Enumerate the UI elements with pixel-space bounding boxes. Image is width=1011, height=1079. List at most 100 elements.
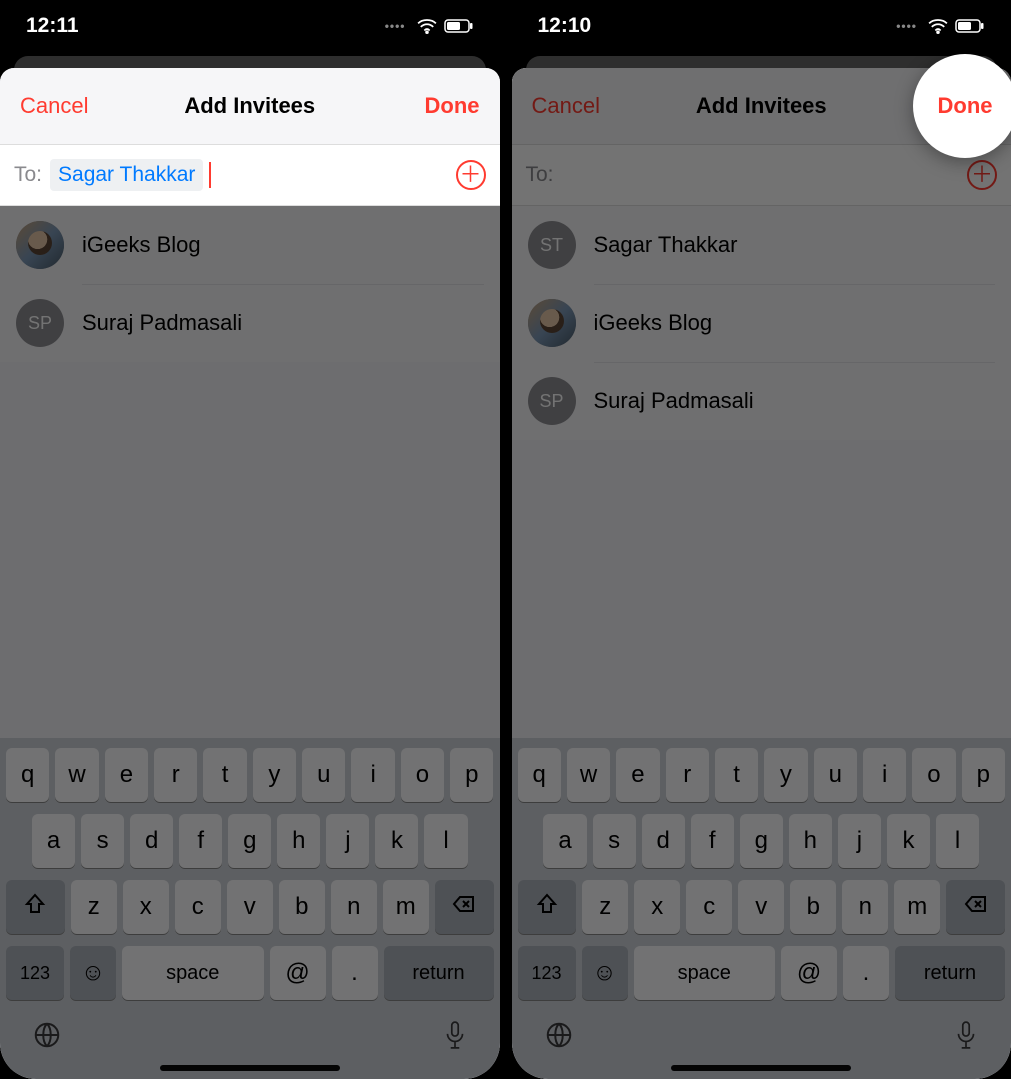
key-i[interactable]: i	[351, 748, 394, 802]
key-m[interactable]: m	[383, 880, 429, 934]
key-z[interactable]: z	[582, 880, 628, 934]
backspace-key[interactable]	[946, 880, 1005, 934]
key-o[interactable]: o	[401, 748, 444, 802]
key-a[interactable]: a	[543, 814, 586, 868]
key-e[interactable]: e	[616, 748, 659, 802]
key-v[interactable]: v	[738, 880, 784, 934]
key-w[interactable]: w	[567, 748, 610, 802]
key-z[interactable]: z	[71, 880, 117, 934]
key-d[interactable]: d	[130, 814, 173, 868]
signal-dots-icon: ••••	[896, 19, 917, 33]
key-q[interactable]: q	[518, 748, 561, 802]
emoji-icon: ☺	[592, 959, 617, 987]
key-u[interactable]: u	[302, 748, 345, 802]
home-indicator[interactable]	[160, 1065, 340, 1071]
invitee-chip[interactable]: Sagar Thakkar	[50, 159, 203, 191]
globe-icon[interactable]	[544, 1020, 574, 1055]
key-v[interactable]: v	[227, 880, 273, 934]
keyboard-row-3: z x c v b n m	[518, 880, 1006, 934]
at-key[interactable]: @	[270, 946, 326, 1000]
mic-icon[interactable]	[442, 1020, 468, 1055]
contact-name: Sagar Thakkar	[594, 232, 738, 259]
shift-key[interactable]	[518, 880, 577, 934]
battery-icon	[955, 19, 985, 33]
key-n[interactable]: n	[331, 880, 377, 934]
key-l[interactable]: l	[936, 814, 979, 868]
key-o[interactable]: o	[912, 748, 955, 802]
return-key[interactable]: return	[384, 946, 494, 1000]
contact-row[interactable]: iGeeks Blog	[512, 284, 1011, 362]
key-n[interactable]: n	[842, 880, 888, 934]
at-key[interactable]: @	[781, 946, 837, 1000]
numbers-key[interactable]: 123	[6, 946, 64, 1000]
mic-icon[interactable]	[953, 1020, 979, 1055]
key-l[interactable]: l	[424, 814, 467, 868]
key-s[interactable]: s	[81, 814, 124, 868]
contact-row[interactable]: ST Sagar Thakkar	[512, 206, 1011, 284]
space-key[interactable]: space	[634, 946, 776, 1000]
key-u[interactable]: u	[814, 748, 857, 802]
key-c[interactable]: c	[686, 880, 732, 934]
to-field-row[interactable]: To: Sagar Thakkar ＋	[0, 144, 500, 206]
backspace-key[interactable]	[435, 880, 494, 934]
cancel-button[interactable]: Cancel	[532, 93, 600, 119]
key-b[interactable]: b	[279, 880, 325, 934]
add-contact-button[interactable]: ＋	[456, 160, 486, 190]
key-k[interactable]: k	[375, 814, 418, 868]
key-i[interactable]: i	[863, 748, 906, 802]
contact-row[interactable]: SP Suraj Padmasali	[0, 284, 500, 362]
key-f[interactable]: f	[691, 814, 734, 868]
key-s[interactable]: s	[593, 814, 636, 868]
key-c[interactable]: c	[175, 880, 221, 934]
key-j[interactable]: j	[326, 814, 369, 868]
space-key[interactable]: space	[122, 946, 264, 1000]
emoji-key[interactable]: ☺	[70, 946, 116, 1000]
contact-row[interactable]: iGeeks Blog	[0, 206, 500, 284]
key-g[interactable]: g	[228, 814, 271, 868]
key-r[interactable]: r	[666, 748, 709, 802]
numbers-key[interactable]: 123	[518, 946, 576, 1000]
keyboard-footer	[6, 1014, 494, 1059]
key-y[interactable]: y	[764, 748, 807, 802]
key-x[interactable]: x	[123, 880, 169, 934]
key-m[interactable]: m	[894, 880, 940, 934]
key-r[interactable]: r	[154, 748, 197, 802]
key-t[interactable]: t	[203, 748, 246, 802]
dot-key[interactable]: .	[332, 946, 378, 1000]
shift-icon	[535, 892, 559, 923]
cancel-button[interactable]: Cancel	[20, 93, 88, 119]
shift-key[interactable]	[6, 880, 65, 934]
return-key[interactable]: return	[895, 946, 1005, 1000]
key-h[interactable]: h	[277, 814, 320, 868]
keyboard-row-4: 123 ☺ space @ . return	[6, 946, 494, 1000]
emoji-key[interactable]: ☺	[582, 946, 628, 1000]
key-x[interactable]: x	[634, 880, 680, 934]
key-g[interactable]: g	[740, 814, 783, 868]
key-f[interactable]: f	[179, 814, 222, 868]
dot-key[interactable]: .	[843, 946, 889, 1000]
done-highlight-circle[interactable]: Done	[913, 54, 1011, 158]
key-e[interactable]: e	[105, 748, 148, 802]
status-right: ••••	[385, 18, 474, 34]
globe-icon[interactable]	[32, 1020, 62, 1055]
key-t[interactable]: t	[715, 748, 758, 802]
avatar: SP	[16, 299, 64, 347]
contact-row[interactable]: SP Suraj Padmasali	[512, 362, 1011, 440]
home-indicator[interactable]	[671, 1065, 851, 1071]
key-p[interactable]: p	[962, 748, 1005, 802]
add-contact-button[interactable]: ＋	[967, 160, 997, 190]
contact-name: Suraj Padmasali	[82, 310, 242, 337]
key-w[interactable]: w	[55, 748, 98, 802]
key-y[interactable]: y	[253, 748, 296, 802]
key-q[interactable]: q	[6, 748, 49, 802]
key-b[interactable]: b	[790, 880, 836, 934]
key-a[interactable]: a	[32, 814, 75, 868]
key-k[interactable]: k	[887, 814, 930, 868]
key-d[interactable]: d	[642, 814, 685, 868]
key-j[interactable]: j	[838, 814, 881, 868]
key-h[interactable]: h	[789, 814, 832, 868]
to-field-row[interactable]: To: ＋	[512, 144, 1011, 206]
key-p[interactable]: p	[450, 748, 493, 802]
shift-icon	[23, 892, 47, 923]
done-button[interactable]: Done	[425, 93, 480, 119]
